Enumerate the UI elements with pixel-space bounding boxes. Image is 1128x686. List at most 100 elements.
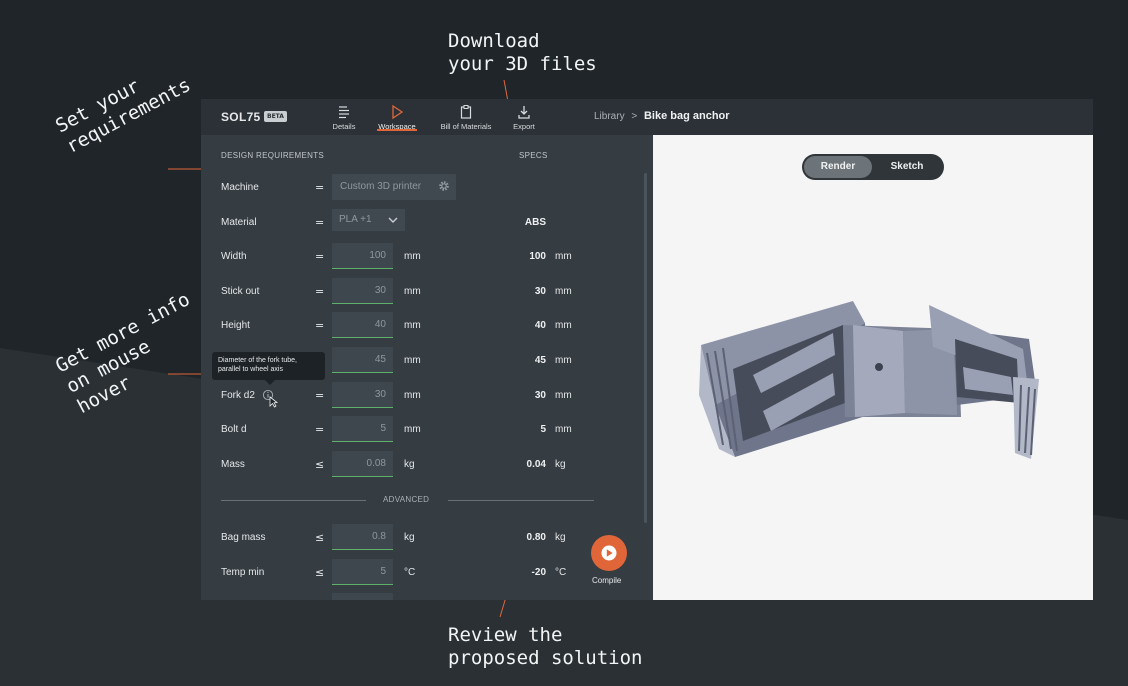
temp-min-input[interactable]: 5: [332, 559, 393, 585]
row-material: Material = PLA +1 ABS: [201, 209, 651, 237]
material-label: Material: [221, 217, 257, 228]
bolt-d-unit: mm: [404, 424, 421, 435]
temp-min-spec-unit: °C: [555, 567, 567, 578]
render-toggle[interactable]: Render: [804, 156, 872, 178]
bag-mass-input[interactable]: 0.8: [332, 524, 393, 550]
nav-bill-of-materials[interactable]: Bill of Materials: [437, 104, 495, 131]
top-bar: SOL75 BETA Details Workspace Bill of Mat…: [201, 99, 1093, 135]
nav-details[interactable]: Details: [331, 104, 357, 131]
row-bolt-d: Bolt d = 5 mm 5 mm: [201, 416, 651, 444]
stick-out-spec: 30: [534, 286, 546, 297]
fork-d1-spec-unit: mm: [555, 355, 572, 366]
breadcrumb-current: Bike bag anchor: [643, 110, 730, 122]
stick-out-spec-unit: mm: [555, 286, 572, 297]
height-spec: 40: [534, 320, 546, 331]
row-height: Height = 40 mm 40 mm: [201, 312, 651, 340]
chevron-down-icon: [388, 217, 398, 223]
fork-d1-unit: mm: [404, 355, 421, 366]
stick-out-input[interactable]: 30: [332, 278, 393, 304]
width-spec-unit: mm: [555, 251, 572, 262]
fork-d2-op: =: [315, 389, 325, 402]
mass-unit: kg: [404, 459, 415, 470]
machine-op: =: [315, 181, 325, 194]
bolt-d-spec: 5: [540, 424, 546, 435]
bag-mass-spec: 0.80: [526, 532, 546, 543]
bag-mass-spec-unit: kg: [555, 532, 566, 543]
nav-details-label: Details: [332, 122, 356, 131]
design-requirements-heading: DESIGN REQUIREMENTS: [221, 151, 325, 160]
fork-d2-unit: mm: [404, 390, 421, 401]
fork-d1-spec: 45: [534, 355, 546, 366]
stick-out-unit: mm: [404, 286, 421, 297]
temp-min-label: Temp min: [221, 567, 265, 578]
machine-value: Custom 3D printer: [340, 181, 422, 192]
width-op: =: [315, 250, 325, 263]
active-tab-indicator: [377, 129, 417, 131]
bolt-d-input[interactable]: 5: [332, 416, 393, 442]
row-bag-mass: Bag mass ≤ 0.8 kg 0.80 kg: [201, 524, 651, 552]
scrollbar[interactable]: [644, 173, 647, 523]
material-value: PLA +1: [339, 214, 372, 225]
nav-workspace[interactable]: Workspace: [375, 104, 419, 131]
height-op: =: [315, 319, 325, 332]
sketch-toggle[interactable]: Sketch: [872, 156, 942, 178]
mouse-cursor-icon: [269, 396, 278, 408]
advanced-divider-left: [221, 500, 366, 501]
tooltip-text: Diameter of the fork tube, parallel to w…: [218, 357, 297, 373]
row-fork-d2: Fork d2 = 30 mm 30 mm: [201, 382, 651, 410]
row-stick-out: Stick out = 30 mm 30 mm: [201, 278, 651, 306]
fork-d2-spec: 30: [534, 390, 546, 401]
machine-select[interactable]: Custom 3D printer: [332, 174, 456, 200]
bag-mass-op: ≤: [315, 531, 325, 544]
nav-export-label: Export: [513, 122, 535, 131]
row-width: Width = 100 mm 100 mm: [201, 243, 651, 271]
mass-label: Mass: [221, 459, 245, 470]
mass-spec: 0.04: [526, 459, 546, 470]
stick-out-op: =: [315, 285, 325, 298]
3d-model[interactable]: [693, 285, 1043, 465]
gear-icon[interactable]: [438, 180, 450, 192]
3d-viewer[interactable]: Render Sketch: [653, 135, 1093, 600]
fork-d2-input[interactable]: 30: [332, 382, 393, 408]
row-temp-min: Temp min ≤ 5 °C -20 °C: [201, 559, 651, 587]
material-spec: ABS: [524, 217, 546, 228]
tooltip: Diameter of the fork tube, parallel to w…: [212, 352, 325, 385]
temp-min-unit: °C: [404, 567, 416, 578]
row-mass: Mass ≤ 0.08 kg 0.04 kg: [201, 451, 651, 479]
fork-d2-label: Fork d2: [221, 390, 255, 401]
advanced-heading[interactable]: ADVANCED: [383, 495, 429, 504]
width-label: Width: [221, 251, 247, 262]
bag-mass-unit: kg: [404, 532, 415, 543]
compile-label: Compile: [592, 576, 622, 585]
fork-d2-spec-unit: mm: [555, 390, 572, 401]
play-icon: [601, 545, 617, 561]
logo: SOL75: [221, 110, 261, 124]
width-input[interactable]: 100: [332, 243, 393, 269]
beta-badge: BETA: [264, 111, 287, 122]
view-mode-toggle: Render Sketch: [802, 154, 944, 180]
bolt-d-spec-unit: mm: [555, 424, 572, 435]
play-outline-icon: [392, 104, 404, 120]
height-spec-unit: mm: [555, 320, 572, 331]
advanced-divider-right: [448, 500, 594, 501]
bolt-d-label: Bolt d: [221, 424, 247, 435]
mass-op: ≤: [315, 458, 325, 471]
fork-d1-input[interactable]: 45: [332, 347, 393, 373]
compile-button[interactable]: [591, 535, 627, 571]
material-op: =: [315, 216, 325, 229]
height-input[interactable]: 40: [332, 312, 393, 338]
next-input-partial[interactable]: [332, 593, 393, 600]
width-unit: mm: [404, 251, 421, 262]
details-icon: [339, 106, 349, 119]
bolt-d-op: =: [315, 423, 325, 436]
material-select[interactable]: PLA +1: [332, 209, 405, 231]
mass-input[interactable]: 0.08: [332, 451, 393, 477]
stick-out-label: Stick out: [221, 286, 260, 297]
width-spec: 100: [529, 251, 546, 262]
row-machine: Machine = Custom 3D printer: [201, 174, 651, 202]
app-window: SOL75 BETA Details Workspace Bill of Mat…: [201, 99, 1093, 600]
nav-export[interactable]: Export: [511, 104, 537, 131]
temp-min-op: ≤: [315, 566, 325, 579]
specs-heading: SPECS: [519, 151, 548, 160]
breadcrumb-library[interactable]: Library: [594, 111, 625, 122]
